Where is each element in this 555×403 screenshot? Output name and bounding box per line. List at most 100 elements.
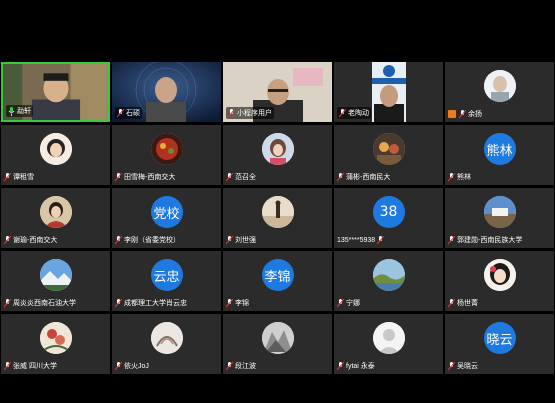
avatar — [261, 322, 294, 354]
mic-muted-icon — [4, 298, 11, 307]
participant-name: 吴晓云 — [457, 363, 478, 370]
participant-tile[interactable]: 刘世强 — [223, 188, 332, 248]
participant-tile[interactable]: 余扬 — [445, 62, 554, 122]
mic-active-icon — [8, 106, 15, 116]
participant-namebar: 张威 四川大学 — [4, 361, 57, 371]
participant-namebar: 老陶动 — [337, 107, 371, 119]
participant-namebar: 郭建勋-西南民族大学 — [448, 235, 522, 245]
participant-tile[interactable]: 李锦 李锦 — [223, 251, 332, 311]
participant-namebar: 范召全 — [226, 172, 256, 182]
avatar — [483, 259, 516, 291]
avatar — [39, 259, 72, 291]
participant-tile[interactable]: 38 135****5938 — [334, 188, 443, 248]
participant-namebar: 杨世菁 — [448, 298, 478, 308]
participant-namebar: 谭租雪 — [4, 172, 34, 182]
participant-tile[interactable]: 段江波 — [223, 314, 332, 374]
participant-name: 宁娜 — [346, 300, 360, 307]
participant-name: 杨世菁 — [457, 300, 478, 307]
avatar — [261, 196, 294, 228]
participant-tile[interactable]: 张威 四川大学 — [1, 314, 110, 374]
participant-tile[interactable]: 谭租雪 — [1, 125, 110, 185]
participant-namebar: 刘世强 — [226, 235, 256, 245]
participant-namebar: 石硕 — [115, 107, 142, 119]
initials-avatar: 晓云 — [483, 322, 516, 354]
participant-tile[interactable]: 杨世菁 — [445, 251, 554, 311]
participant-tile[interactable]: 晓云 吴晓云 — [445, 314, 554, 374]
participant-namebar: 宁娜 — [337, 298, 360, 308]
avatar — [150, 322, 183, 354]
mic-muted-icon — [448, 298, 455, 307]
avatar — [39, 196, 72, 228]
participant-namebar: 周炎炎西南石油大学 — [4, 298, 76, 308]
participant-tile[interactable]: 小程序用户 — [223, 62, 332, 122]
avatar — [39, 133, 72, 165]
participant-name: 郭建勋-西南民族大学 — [457, 237, 523, 244]
host-badge-icon — [448, 110, 456, 118]
participant-name: 成都理工大学肖云忠 — [124, 300, 187, 307]
participant-namebar: 小程序用户 — [226, 107, 274, 119]
initials-avatar: 云忠 — [150, 259, 183, 291]
participant-name: 余扬 — [468, 111, 482, 118]
participant-namebar: 依火JoJ — [115, 361, 149, 371]
participant-name: 小程序用户 — [237, 110, 272, 117]
participant-namebar: 谢瑜-西南交大 — [4, 235, 57, 245]
avatar — [483, 196, 516, 228]
participant-name: 周炎炎西南石油大学 — [13, 300, 76, 307]
participant-name: 谢瑜-西南交大 — [13, 237, 58, 244]
mic-muted-icon — [448, 235, 455, 244]
participant-name: 依火JoJ — [124, 363, 149, 370]
participant-namebar: 成都理工大学肖云忠 — [115, 298, 187, 308]
participant-namebar: 李锦 — [226, 298, 249, 308]
participant-name: 135****5938 — [337, 237, 376, 244]
participant-name: 老陶动 — [348, 110, 369, 117]
mic-muted-icon — [115, 298, 122, 307]
participant-tile[interactable]: fytai 永泰 — [334, 314, 443, 374]
participant-tile[interactable]: 熊林 熊林 — [445, 125, 554, 185]
participant-tile[interactable]: 依火JoJ — [112, 314, 221, 374]
participant-name: 李锦 — [235, 300, 249, 307]
participant-tile[interactable]: 宁娜 — [334, 251, 443, 311]
participant-name: 刘世强 — [235, 237, 256, 244]
avatar — [483, 70, 516, 102]
mic-muted-icon — [226, 298, 233, 307]
mic-muted-icon — [4, 235, 11, 244]
mic-muted-icon — [115, 172, 122, 181]
participant-name: 谭租雪 — [13, 174, 34, 181]
participant-name: 段江波 — [235, 363, 256, 370]
participant-namebar: 李刚（省委党校） — [115, 235, 180, 245]
mic-muted-icon — [117, 108, 124, 117]
participant-tile[interactable]: 石硕 — [112, 62, 221, 122]
mic-muted-icon — [228, 108, 235, 117]
avatar — [261, 133, 294, 165]
participant-tile[interactable]: 老陶动 — [334, 62, 443, 122]
mic-muted-icon — [4, 361, 11, 370]
participant-tile[interactable]: 田雪梅-西南交大 — [112, 125, 221, 185]
initials-avatar: 李锦 — [261, 259, 294, 291]
participant-tile[interactable]: 郭建勋-西南民族大学 — [445, 188, 554, 248]
participant-name: 田雪梅-西南交大 — [124, 174, 176, 181]
avatar — [372, 322, 405, 354]
participant-namebar: 段江波 — [226, 361, 256, 371]
initials-avatar: 熊林 — [483, 133, 516, 165]
mic-muted-icon — [226, 235, 233, 244]
participant-namebar: 熊林 — [448, 172, 471, 182]
mic-muted-icon — [337, 361, 344, 370]
participant-grid: 勐轩 石硕 小程序用户 老陶动 余扬 谭租雪 田雪梅-西南交大 范召全 蒲彬-西… — [1, 62, 554, 374]
participant-namebar: 勐轩 — [6, 105, 33, 117]
initials-avatar: 38 — [372, 196, 405, 228]
participant-tile[interactable]: 蒲彬-西南民大 — [334, 125, 443, 185]
mic-muted-icon — [4, 172, 11, 181]
participant-namebar: 135****5938 — [337, 236, 385, 245]
mic-muted-icon — [448, 361, 455, 370]
participant-tile[interactable]: 谢瑜-西南交大 — [1, 188, 110, 248]
participant-name: 李刚（省委党校） — [124, 237, 180, 244]
participant-tile[interactable]: 勐轩 — [1, 62, 110, 122]
participant-tile[interactable]: 党校 李刚（省委党校） — [112, 188, 221, 248]
participant-namebar: 蒲彬-西南民大 — [337, 172, 390, 182]
participant-tile[interactable]: 范召全 — [223, 125, 332, 185]
participant-tile[interactable]: 周炎炎西南石油大学 — [1, 251, 110, 311]
mic-muted-icon — [226, 361, 233, 370]
mic-muted-icon — [115, 235, 122, 244]
participant-tile[interactable]: 云忠 成都理工大学肖云忠 — [112, 251, 221, 311]
mic-muted-icon — [459, 109, 466, 118]
